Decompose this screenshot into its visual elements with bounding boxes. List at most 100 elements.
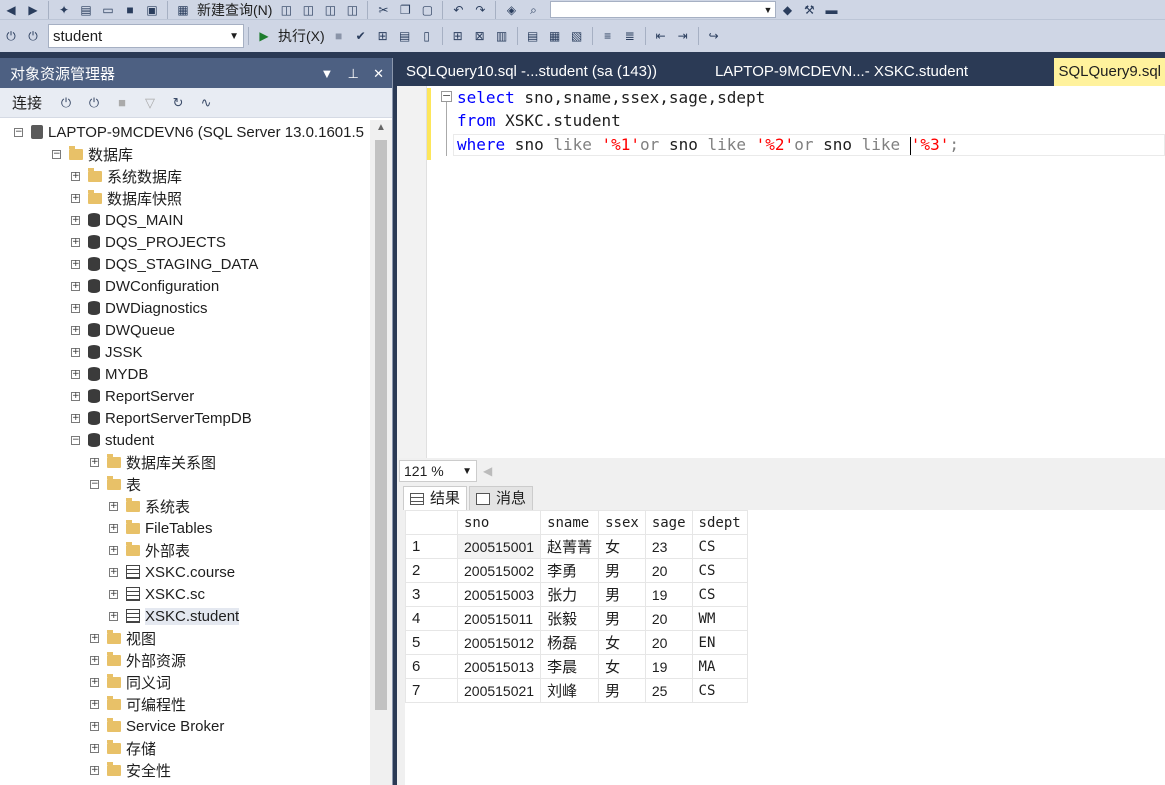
tree-node[interactable]: + DQS_MAIN: [71, 209, 183, 231]
collapse-icon[interactable]: −: [52, 149, 61, 159]
expand-icon[interactable]: +: [71, 237, 80, 247]
include-plan-icon[interactable]: ⊞: [450, 29, 466, 43]
table-row[interactable]: 2 200515002 李勇男 20 CS: [405, 558, 748, 583]
collapse-icon[interactable]: −: [71, 435, 80, 445]
undo-icon[interactable]: ↶: [450, 3, 466, 17]
live-stats-icon[interactable]: ⊠: [472, 29, 488, 43]
table-cell[interactable]: 男: [598, 678, 646, 703]
expand-icon[interactable]: +: [90, 655, 99, 665]
table-cell[interactable]: 23: [644, 534, 693, 559]
tree-node[interactable]: − 表: [90, 473, 141, 495]
column-header[interactable]: sdept: [691, 510, 748, 535]
table-cell[interactable]: 杨磊: [540, 630, 600, 655]
query-options-icon[interactable]: ▤: [397, 29, 413, 43]
row-number[interactable]: 3: [405, 582, 458, 607]
tab-results[interactable]: 结果: [403, 486, 468, 510]
sql-editor[interactable]: − select sno,sname,ssex,sage,sdept from …: [397, 86, 1165, 458]
column-header[interactable]: sno: [456, 510, 542, 535]
tree-node[interactable]: + 同义词: [90, 671, 171, 693]
document-tab[interactable]: SQLQuery10.sql -...student (sa (143)): [397, 58, 666, 86]
table-cell[interactable]: 19: [644, 654, 693, 679]
row-number[interactable]: 4: [405, 606, 458, 631]
open-file-icon[interactable]: ▭: [100, 3, 116, 17]
disconnect-icon[interactable]: ⏻: [86, 95, 102, 110]
tree-node[interactable]: + 系统表: [109, 495, 190, 517]
tree-node[interactable]: + DQS_PROJECTS: [71, 231, 226, 253]
table-row[interactable]: 7 200515021 刘峰男 25 CS: [405, 678, 748, 703]
document-tab[interactable]: LAPTOP-9MCDEVN...- XSKC.student: [706, 58, 977, 86]
table-cell[interactable]: 200515012: [456, 630, 542, 655]
table-cell[interactable]: 女: [598, 654, 646, 679]
table-cell[interactable]: 200515001: [456, 534, 542, 559]
table-cell[interactable]: 男: [598, 582, 646, 607]
expand-icon[interactable]: +: [90, 699, 99, 709]
table-row[interactable]: 3 200515003 张力男 19 CS: [405, 582, 748, 607]
collapse-region-icon[interactable]: −: [441, 90, 452, 102]
tree-node[interactable]: + 数据库关系图: [90, 451, 216, 473]
table-cell[interactable]: 张毅: [540, 606, 600, 631]
cut-icon[interactable]: ✂: [375, 3, 391, 17]
results-to-grid-icon[interactable]: ▦: [547, 29, 563, 43]
tree-node[interactable]: + DWQueue: [71, 319, 175, 341]
row-number[interactable]: 2: [405, 558, 458, 583]
results-grid[interactable]: sno sname ssex sage sdept 1 200515001 赵菁菁女 23 CS…: [397, 510, 1165, 785]
tree-node[interactable]: + XSKC.sc: [109, 583, 205, 605]
expand-icon[interactable]: +: [109, 523, 118, 533]
refresh-icon[interactable]: ↻: [170, 95, 186, 110]
connect-button[interactable]: 连接: [12, 92, 42, 113]
table-cell[interactable]: CS: [691, 582, 748, 607]
expand-icon[interactable]: +: [109, 589, 118, 599]
expand-icon[interactable]: +: [90, 457, 99, 467]
row-number[interactable]: 1: [405, 534, 458, 559]
redo-icon[interactable]: ↷: [472, 3, 488, 17]
specify-parameters-icon[interactable]: ↪: [706, 29, 722, 43]
row-number[interactable]: 5: [405, 630, 458, 655]
table-cell[interactable]: 200515011: [456, 606, 542, 631]
stop-icon[interactable]: ■: [114, 95, 130, 110]
new-query-button[interactable]: 新建查询(N): [197, 0, 272, 20]
expand-icon[interactable]: +: [109, 545, 118, 555]
parse-icon[interactable]: ✔: [353, 29, 369, 43]
connect-plug-icon[interactable]: ⏻: [58, 95, 74, 110]
zoom-select[interactable]: 121 % ▼: [399, 460, 477, 482]
scroll-left-icon[interactable]: ◀: [483, 464, 492, 478]
table-cell[interactable]: 男: [598, 606, 646, 631]
table-cell[interactable]: 刘峰: [540, 678, 600, 703]
document-tab[interactable]: SQLQuery9.sql: [1054, 58, 1165, 86]
tree-node[interactable]: + 安全性: [90, 759, 171, 781]
client-stats-icon[interactable]: ▥: [494, 29, 510, 43]
tree-node[interactable]: + Service Broker: [90, 715, 224, 737]
table-cell[interactable]: MA: [691, 654, 748, 679]
search-input[interactable]: ▼: [550, 1, 777, 18]
expand-icon[interactable]: +: [71, 347, 80, 357]
table-cell[interactable]: EN: [691, 630, 748, 655]
expand-icon[interactable]: +: [109, 611, 118, 621]
column-header[interactable]: sage: [644, 510, 693, 535]
tree-node[interactable]: + JSSK: [71, 341, 143, 363]
filter-icon[interactable]: ▽: [142, 95, 158, 110]
expand-icon[interactable]: +: [109, 567, 118, 577]
expand-icon[interactable]: +: [71, 303, 80, 313]
expand-icon[interactable]: +: [90, 765, 99, 775]
tree-node[interactable]: + ReportServerTempDB: [71, 407, 252, 429]
uncomment-icon[interactable]: ≣: [622, 29, 638, 43]
expand-icon[interactable]: +: [71, 369, 80, 379]
tree-node[interactable]: + DQS_STAGING_DATA: [71, 253, 258, 275]
column-header[interactable]: sname: [540, 510, 600, 535]
results-to-file-icon[interactable]: ▧: [569, 29, 585, 43]
tree-node[interactable]: + 外部资源: [90, 649, 186, 671]
tree-node[interactable]: + FileTables: [109, 517, 213, 539]
table-cell[interactable]: 李勇: [540, 558, 600, 583]
expand-icon[interactable]: +: [71, 193, 80, 203]
expand-icon[interactable]: +: [90, 721, 99, 731]
forward-icon[interactable]: ▶: [25, 3, 41, 17]
execute-button[interactable]: 执行(X): [278, 26, 325, 46]
expand-icon[interactable]: +: [71, 281, 80, 291]
expand-icon[interactable]: +: [71, 259, 80, 269]
expand-icon[interactable]: +: [71, 171, 80, 181]
table-cell[interactable]: 25: [644, 678, 693, 703]
expand-icon[interactable]: +: [90, 743, 99, 753]
tree-node[interactable]: + 视图: [90, 627, 156, 649]
tree-node-server[interactable]: − LAPTOP-9MCDEVN6 (SQL Server 13.0.1601.…: [14, 121, 364, 143]
scrollbar-thumb[interactable]: [375, 140, 387, 710]
